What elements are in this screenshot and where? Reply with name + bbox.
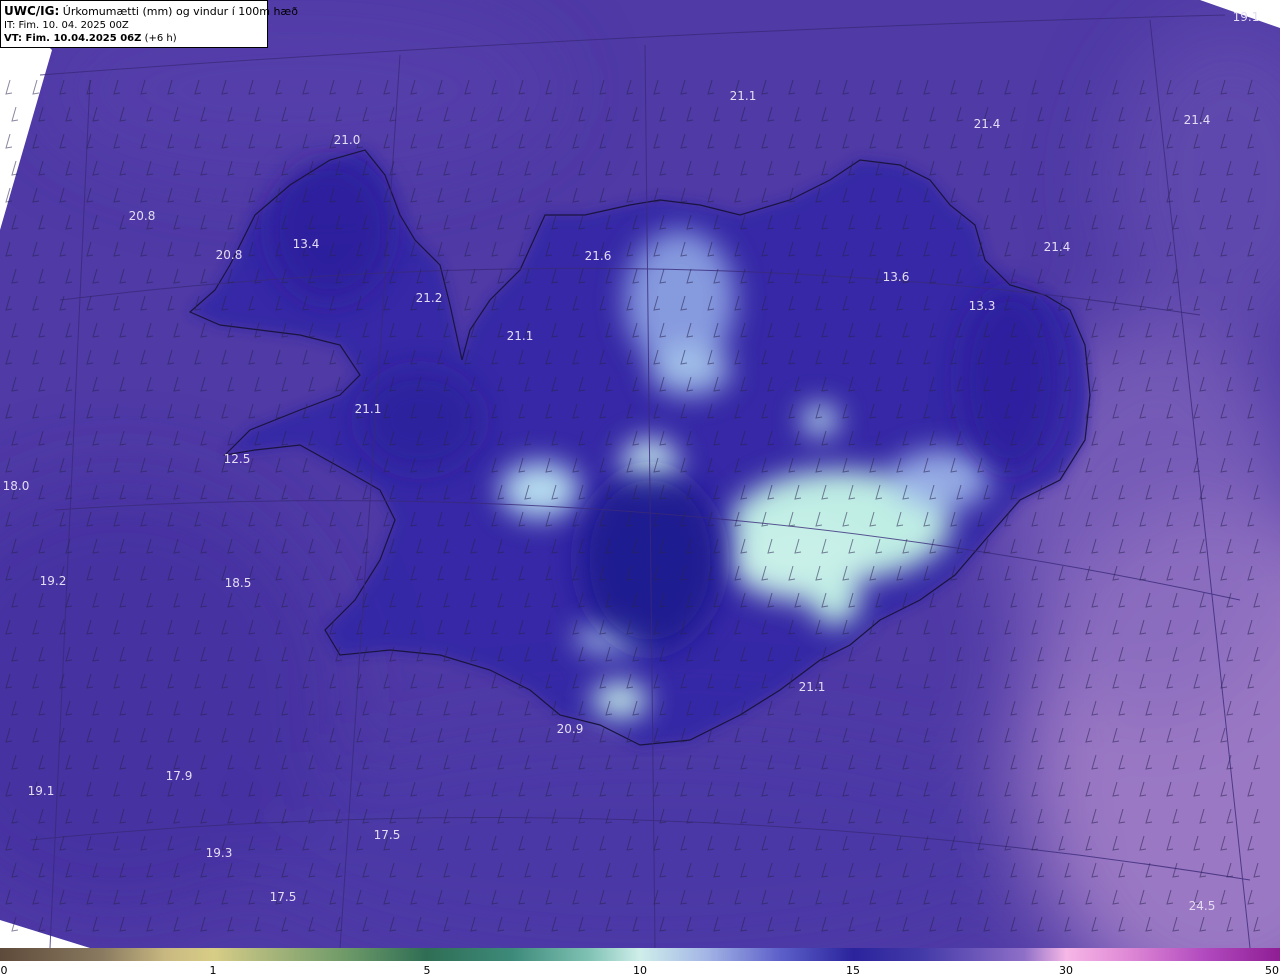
colorbar-tick: 1 — [209, 964, 217, 977]
value-label: 17.5 — [269, 890, 297, 904]
value-label: 21.6 — [584, 249, 612, 263]
value-label: 21.1 — [506, 329, 534, 343]
header-field: Úrkomumætti (mm) og vindur í 100m hæð — [62, 5, 298, 18]
value-label: 20.9 — [556, 722, 584, 736]
value-label: 12.5 — [223, 452, 251, 466]
value-label: 19.1 — [1232, 10, 1260, 24]
colorbar-tick: 5 — [423, 964, 431, 977]
value-label: 19.3 — [205, 846, 233, 860]
value-label: 17.9 — [165, 769, 193, 783]
value-label: 21.4 — [1043, 240, 1071, 254]
header-init-time: IT: Fim. 10. 04. 2025 00Z — [4, 20, 129, 31]
value-label: 13.6 — [882, 270, 910, 284]
header-lead: (+6 h) — [144, 33, 177, 44]
map-header: UWC/IG: Úrkomumætti (mm) og vindur í 100… — [0, 0, 298, 48]
value-label: 13.4 — [292, 237, 320, 251]
value-label: 13.3 — [968, 299, 996, 313]
value-label: 21.1 — [354, 402, 382, 416]
map-view: UWC/IG: Úrkomumætti (mm) og vindur í 100… — [0, 0, 1280, 978]
colorbar-tick: 10 — [633, 964, 647, 977]
value-label: 21.1 — [729, 89, 757, 103]
value-label: 18.0 — [2, 479, 30, 493]
value-label: 20.8 — [215, 248, 243, 262]
value-label: 21.1 — [798, 680, 826, 694]
header-title: UWC/IG: Úrkomumætti (mm) og vindur í 100… — [4, 4, 298, 19]
value-label: 21.4 — [1183, 113, 1211, 127]
colorbar-tick: 50 — [1265, 964, 1279, 977]
value-label: 21.2 — [415, 291, 443, 305]
header-valid-bold: VT: Fim. 10.04.2025 06Z — [4, 33, 142, 44]
colorbar-tick: 15 — [846, 964, 860, 977]
colorbar-tick: 0 — [0, 964, 8, 977]
value-label: 20.8 — [128, 209, 156, 223]
value-label: 24.5 — [1188, 899, 1216, 913]
colorbar: 0 1 5 10 15 30 50 — [0, 948, 1280, 978]
value-label: 21.0 — [333, 133, 361, 147]
colorbar-tick: 30 — [1059, 964, 1073, 977]
header-valid-time: VT: Fim. 10.04.2025 06Z (+6 h) — [4, 32, 267, 45]
value-label: 18.5 — [224, 576, 252, 590]
value-label: 21.4 — [973, 117, 1001, 131]
value-label: 17.5 — [373, 828, 401, 842]
colorbar-strip — [0, 948, 1280, 961]
value-label: 19.1 — [27, 784, 55, 798]
value-label: 19.2 — [39, 574, 67, 588]
header-model: UWC/IG: — [4, 4, 60, 18]
precipitation-wind-map — [0, 0, 1280, 948]
